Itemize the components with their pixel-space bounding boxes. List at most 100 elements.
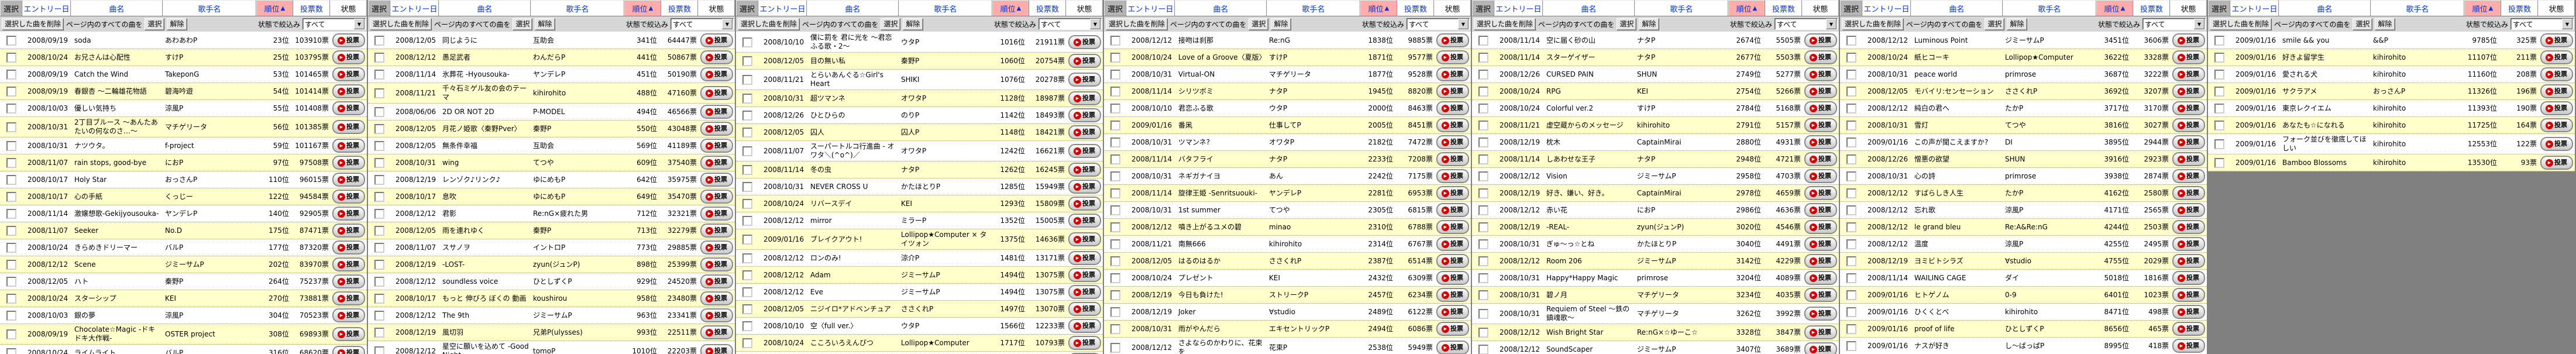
- vote-button[interactable]: ▶ 投票: [332, 274, 365, 288]
- row-checkbox[interactable]: [2214, 69, 2224, 80]
- row-checkbox[interactable]: [1846, 256, 1856, 266]
- status-filter-dropdown[interactable]: すべて ▼: [1038, 18, 1102, 30]
- vote-button[interactable]: ▶ 投票: [2540, 84, 2573, 98]
- col-header-votes[interactable]: 投票数: [2501, 0, 2538, 16]
- vote-button[interactable]: ▶ 投票: [332, 67, 365, 81]
- vote-button[interactable]: ▶ 投票: [700, 86, 733, 100]
- row-checkbox[interactable]: [2214, 35, 2224, 46]
- deselect-all-button[interactable]: 解除: [1639, 18, 1659, 30]
- row-checkbox[interactable]: [1110, 324, 1120, 334]
- row-checkbox[interactable]: [374, 52, 384, 63]
- col-header-rank-sorted[interactable]: 順位 ▲: [1728, 0, 1765, 16]
- status-filter-dropdown[interactable]: すべて ▼: [2510, 18, 2574, 30]
- col-header-status[interactable]: 状態: [1066, 0, 1103, 16]
- vote-button[interactable]: ▶ 投票: [1436, 152, 1469, 166]
- col-header-rank-sorted[interactable]: 順位 ▲: [2464, 0, 2501, 16]
- row-checkbox[interactable]: [1846, 188, 1856, 198]
- row-checkbox[interactable]: [1846, 52, 1856, 63]
- vote-button[interactable]: ▶ 投票: [700, 240, 733, 255]
- delete-selected-button[interactable]: 選択した曲を削除: [1842, 18, 1904, 30]
- vote-button[interactable]: ▶ 投票: [700, 105, 733, 119]
- row-checkbox[interactable]: [1846, 341, 1856, 351]
- vote-button[interactable]: ▶ 投票: [2540, 156, 2573, 170]
- col-header-select[interactable]: 選択: [1472, 0, 1494, 16]
- deselect-all-button[interactable]: 解除: [903, 18, 923, 30]
- row-checkbox[interactable]: [6, 225, 16, 236]
- row-checkbox[interactable]: [374, 140, 384, 151]
- delete-selected-button[interactable]: 選択した曲を削除: [738, 18, 800, 30]
- vote-button[interactable]: ▶ 投票: [1436, 101, 1469, 115]
- vote-button[interactable]: ▶ 投票: [332, 120, 365, 134]
- row-checkbox[interactable]: [1846, 290, 1856, 300]
- row-checkbox[interactable]: [1846, 307, 1856, 317]
- vote-button[interactable]: ▶ 投票: [332, 173, 365, 187]
- status-filter-dropdown[interactable]: すべて ▼: [2142, 18, 2206, 30]
- vote-button[interactable]: ▶ 投票: [332, 327, 365, 341]
- row-checkbox[interactable]: [1110, 103, 1120, 114]
- vote-button[interactable]: ▶ 投票: [1804, 135, 1837, 149]
- vote-button[interactable]: ▶ 投票: [1068, 214, 1101, 228]
- col-header-song[interactable]: 曲名: [439, 0, 531, 16]
- vote-button[interactable]: ▶ 投票: [2172, 339, 2205, 353]
- vote-button[interactable]: ▶ 投票: [1068, 108, 1101, 122]
- row-checkbox[interactable]: [742, 198, 752, 209]
- vote-button[interactable]: ▶ 投票: [1804, 67, 1837, 81]
- row-checkbox[interactable]: [1846, 324, 1856, 334]
- select-all-button[interactable]: 選択: [1617, 18, 1637, 30]
- col-header-entry-date[interactable]: エントリー日: [22, 0, 71, 16]
- vote-button[interactable]: ▶ 投票: [1436, 33, 1469, 47]
- vote-button[interactable]: ▶ 投票: [1804, 152, 1837, 166]
- vote-button[interactable]: ▶ 投票: [332, 156, 365, 170]
- col-header-status[interactable]: 状態: [330, 0, 367, 16]
- vote-button[interactable]: ▶ 投票: [2540, 101, 2573, 115]
- vote-button[interactable]: ▶ 投票: [2172, 203, 2205, 217]
- row-checkbox[interactable]: [374, 157, 384, 168]
- vote-button[interactable]: ▶ 投票: [1436, 220, 1469, 234]
- row-checkbox[interactable]: [1110, 239, 1120, 249]
- row-checkbox[interactable]: [2214, 103, 2224, 114]
- col-header-entry-date[interactable]: エントリー日: [1494, 0, 1543, 16]
- select-all-button[interactable]: 選択: [145, 18, 165, 30]
- vote-button[interactable]: ▶ 投票: [1436, 135, 1469, 149]
- row-checkbox[interactable]: [742, 110, 752, 121]
- vote-button[interactable]: ▶ 投票: [1436, 169, 1469, 183]
- vote-button[interactable]: ▶ 投票: [700, 274, 733, 288]
- col-header-song[interactable]: 曲名: [1543, 0, 1635, 16]
- row-checkbox[interactable]: [1478, 239, 1488, 249]
- vote-button[interactable]: ▶ 投票: [700, 122, 733, 136]
- vote-button[interactable]: ▶ 投票: [332, 139, 365, 153]
- vote-button[interactable]: ▶ 投票: [2172, 101, 2205, 115]
- row-checkbox[interactable]: [374, 69, 384, 80]
- vote-button[interactable]: ▶ 投票: [1804, 254, 1837, 268]
- delete-selected-button[interactable]: 選択した曲を削除: [2210, 18, 2272, 30]
- vote-button[interactable]: ▶ 投票: [700, 207, 733, 221]
- col-header-votes[interactable]: 投票数: [1029, 0, 1066, 16]
- delete-selected-button[interactable]: 選択した曲を削除: [1474, 18, 1536, 30]
- row-checkbox[interactable]: [1478, 273, 1488, 283]
- vote-button[interactable]: ▶ 投票: [1804, 50, 1837, 64]
- col-header-votes[interactable]: 投票数: [293, 0, 330, 16]
- col-header-rank-sorted[interactable]: 順位 ▲: [992, 0, 1029, 16]
- row-checkbox[interactable]: [742, 74, 752, 85]
- vote-button[interactable]: ▶ 投票: [2172, 305, 2205, 319]
- row-checkbox[interactable]: [6, 69, 16, 80]
- vote-button[interactable]: ▶ 投票: [332, 240, 365, 255]
- row-checkbox[interactable]: [742, 253, 752, 263]
- row-checkbox[interactable]: [1110, 171, 1120, 181]
- row-checkbox[interactable]: [6, 259, 16, 270]
- row-checkbox[interactable]: [374, 259, 384, 270]
- vote-button[interactable]: ▶ 投票: [2172, 322, 2205, 336]
- vote-button[interactable]: ▶ 投票: [700, 67, 733, 81]
- vote-button[interactable]: ▶ 投票: [1436, 254, 1469, 268]
- row-checkbox[interactable]: [374, 327, 384, 338]
- row-checkbox[interactable]: [1846, 154, 1856, 164]
- col-header-select[interactable]: 選択: [736, 0, 758, 16]
- row-checkbox[interactable]: [374, 310, 384, 321]
- deselect-all-button[interactable]: 解除: [167, 18, 187, 30]
- col-header-select[interactable]: 選択: [368, 0, 390, 16]
- col-header-status[interactable]: 状態: [1802, 0, 1839, 16]
- row-checkbox[interactable]: [1110, 342, 1120, 353]
- vote-button[interactable]: ▶ 投票: [2172, 84, 2205, 98]
- vote-button[interactable]: ▶ 投票: [332, 207, 365, 221]
- row-checkbox[interactable]: [1478, 120, 1488, 130]
